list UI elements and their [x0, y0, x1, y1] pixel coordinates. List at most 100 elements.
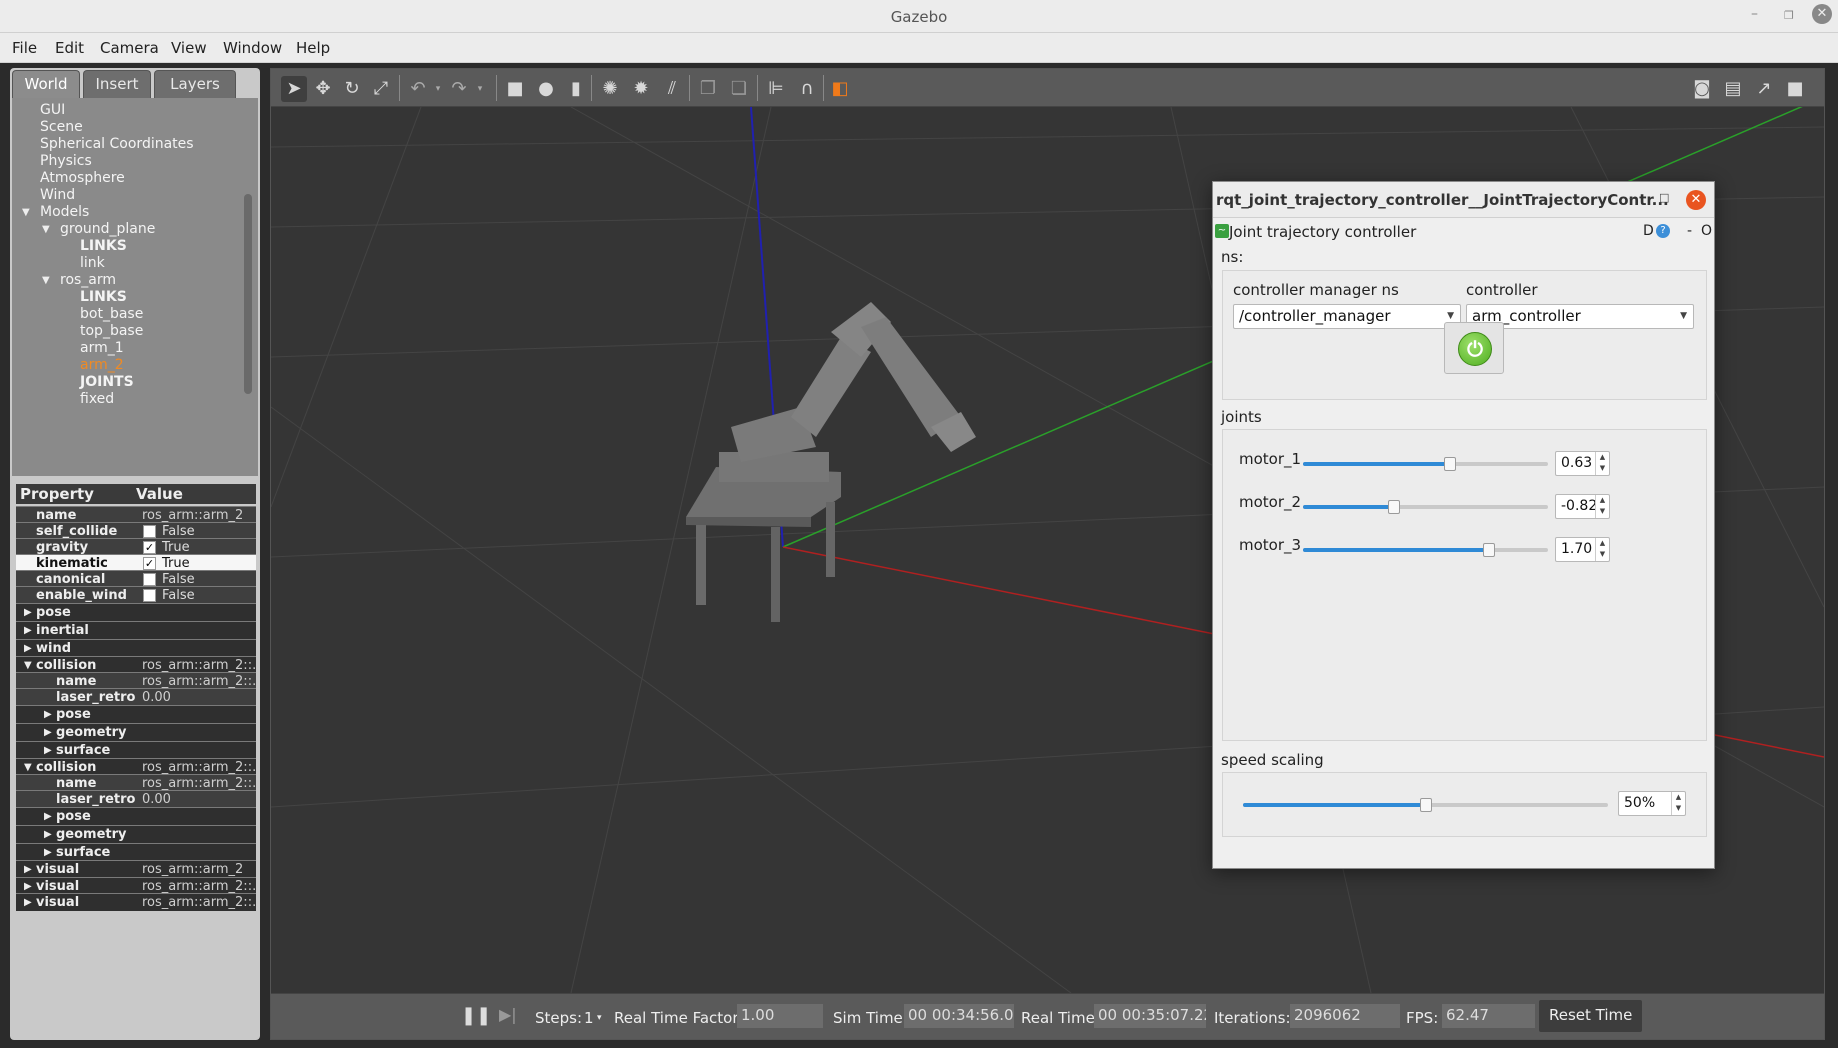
tree-item-wind[interactable]: Wind: [40, 187, 75, 203]
align-icon[interactable]: ⊫: [763, 76, 789, 102]
plugin-minimize-button[interactable]: -: [1687, 223, 1692, 239]
controller-manager-select[interactable]: /controller_manager ▼: [1233, 304, 1461, 329]
property-row[interactable]: ▶ pose: [16, 807, 256, 825]
tree-item-ros-arm-links[interactable]: LINKS: [80, 289, 127, 305]
property-row[interactable]: ▶ geometry: [16, 825, 256, 843]
tree-item-bot-base[interactable]: bot_base: [80, 306, 143, 322]
copy-icon[interactable]: ❐: [695, 76, 721, 102]
joint-slider[interactable]: [1303, 543, 1548, 557]
controller-power-button[interactable]: ⏻: [1444, 322, 1504, 374]
property-row[interactable]: laser_retro 0.00: [16, 790, 256, 808]
spin-arrows-icon[interactable]: ▲ ▼: [1595, 452, 1609, 475]
property-row[interactable]: ▶ geometry: [16, 723, 256, 741]
spot-light-icon[interactable]: ✹: [628, 76, 654, 102]
property-row[interactable]: ▶ pose: [16, 705, 256, 723]
expand-icon[interactable]: ▶: [24, 881, 32, 892]
tree-scrollbar[interactable]: [244, 194, 252, 394]
property-row[interactable]: ▶ surface: [16, 741, 256, 759]
expand-icon[interactable]: ▶: [44, 727, 52, 738]
reset-time-button[interactable]: Reset Time: [1539, 1000, 1643, 1032]
tree-item-arm-1[interactable]: arm_1: [80, 340, 124, 356]
select-mode-icon[interactable]: ➤: [281, 76, 307, 102]
tree-item-joints[interactable]: JOINTS: [80, 374, 134, 390]
collapse-icon[interactable]: ▼: [24, 660, 32, 671]
joint-spinbox[interactable]: 1.70 ▲ ▼: [1555, 537, 1610, 562]
expand-icon[interactable]: ▶: [44, 811, 52, 822]
property-row[interactable]: ▶ visual ros_arm::arm_2::...: [16, 893, 256, 911]
property-row[interactable]: ▶ pose: [16, 603, 256, 621]
joint-slider-handle[interactable]: [1387, 500, 1400, 514]
expand-ground-plane-icon[interactable]: ▼: [42, 224, 50, 235]
tree-item-ground-plane[interactable]: ground_plane: [60, 221, 155, 237]
expand-models-icon[interactable]: ▼: [22, 207, 30, 218]
property-row[interactable]: ▶ wind: [16, 639, 256, 657]
property-row[interactable]: enable_wind False: [16, 586, 256, 604]
property-checkbox[interactable]: [143, 573, 156, 586]
plugin-d-button[interactable]: D: [1643, 223, 1654, 239]
tree-item-ground-plane-links[interactable]: LINKS: [80, 238, 127, 254]
snap-icon[interactable]: ∩: [794, 76, 820, 102]
expand-icon[interactable]: ▶: [24, 625, 32, 636]
cylinder-shape-icon[interactable]: ▮: [563, 76, 589, 102]
joint-slider-handle[interactable]: [1444, 457, 1456, 471]
change-view-icon[interactable]: ◧: [827, 76, 853, 102]
tree-item-ros-arm[interactable]: ros_arm: [60, 272, 116, 288]
speed-scaling-spinbox[interactable]: 50% ▲ ▼: [1618, 791, 1686, 816]
plugin-close-button[interactable]: O: [1701, 223, 1712, 239]
dialog-maximize-icon[interactable]: □: [1659, 191, 1669, 204]
steps-value[interactable]: 1: [584, 1009, 594, 1027]
joint-spinbox[interactable]: -0.82 ▲ ▼: [1555, 494, 1610, 519]
spin-arrows-icon[interactable]: ▲ ▼: [1595, 538, 1609, 561]
expand-icon[interactable]: ▶: [24, 897, 32, 908]
tab-insert[interactable]: Insert: [83, 70, 151, 98]
menu-file[interactable]: File: [12, 39, 37, 57]
plot-icon[interactable]: ↗: [1751, 76, 1777, 102]
menu-help[interactable]: Help: [296, 39, 330, 57]
tree-item-atmosphere[interactable]: Atmosphere: [40, 170, 125, 186]
box-shape-icon[interactable]: ■: [502, 76, 528, 102]
collapse-icon[interactable]: ▼: [24, 762, 32, 773]
pause-icon[interactable]: ❚❚: [461, 1005, 491, 1026]
property-checkbox[interactable]: [143, 525, 156, 538]
tree-item-spherical-coordinates[interactable]: Spherical Coordinates: [40, 136, 194, 152]
robot-arm-model[interactable]: [686, 302, 976, 622]
tree-item-physics[interactable]: Physics: [40, 153, 92, 169]
spin-arrows-icon[interactable]: ▲ ▼: [1671, 792, 1685, 815]
scale-mode-icon[interactable]: ⤢: [368, 76, 394, 102]
video-record-icon[interactable]: ■: [1782, 76, 1808, 102]
steps-dropdown-icon[interactable]: ▾: [597, 1013, 602, 1023]
expand-ros-arm-icon[interactable]: ▼: [42, 275, 50, 286]
log-icon[interactable]: ▤: [1720, 76, 1746, 102]
property-checkbox[interactable]: [143, 589, 156, 602]
property-row[interactable]: ▶ visual ros_arm::arm_2: [16, 860, 256, 878]
redo-history-icon[interactable]: ▾: [467, 76, 493, 102]
tree-item-top-base[interactable]: top_base: [80, 323, 143, 339]
screenshot-icon[interactable]: ◙: [1689, 76, 1715, 102]
menu-camera[interactable]: Camera: [100, 39, 159, 57]
point-light-icon[interactable]: ✺: [597, 76, 623, 102]
property-row[interactable]: ▶ inertial: [16, 621, 256, 639]
tree-item-scene[interactable]: Scene: [40, 119, 83, 135]
step-icon[interactable]: ▶|: [499, 1005, 517, 1024]
property-row[interactable]: ▶ surface: [16, 843, 256, 861]
property-checkbox[interactable]: ✓: [143, 557, 156, 570]
menu-view[interactable]: View: [171, 39, 207, 57]
expand-icon[interactable]: ▶: [44, 709, 52, 720]
expand-icon[interactable]: ▶: [24, 607, 32, 618]
tree-item-fixed[interactable]: fixed: [80, 391, 114, 407]
tree-item-arm-2[interactable]: arm_2: [80, 357, 124, 373]
dialog-minimize-icon[interactable]: –: [1629, 191, 1636, 206]
speed-scaling-handle[interactable]: [1419, 798, 1432, 812]
dialog-close-icon[interactable]: ✕: [1686, 190, 1706, 210]
paste-icon[interactable]: ❏: [726, 76, 752, 102]
spin-arrows-icon[interactable]: ▲ ▼: [1595, 495, 1609, 518]
menu-window[interactable]: Window: [223, 39, 282, 57]
expand-icon[interactable]: ▶: [44, 847, 52, 858]
rotate-mode-icon[interactable]: ↻: [339, 76, 365, 102]
close-icon[interactable]: ✕: [1812, 4, 1832, 24]
property-checkbox[interactable]: ✓: [143, 541, 156, 554]
plugin-help-icon[interactable]: ?: [1656, 224, 1670, 238]
directional-light-icon[interactable]: ⫽: [659, 76, 685, 102]
joint-spinbox[interactable]: 0.63 ▲ ▼: [1555, 451, 1610, 476]
sphere-shape-icon[interactable]: ●: [533, 76, 559, 102]
